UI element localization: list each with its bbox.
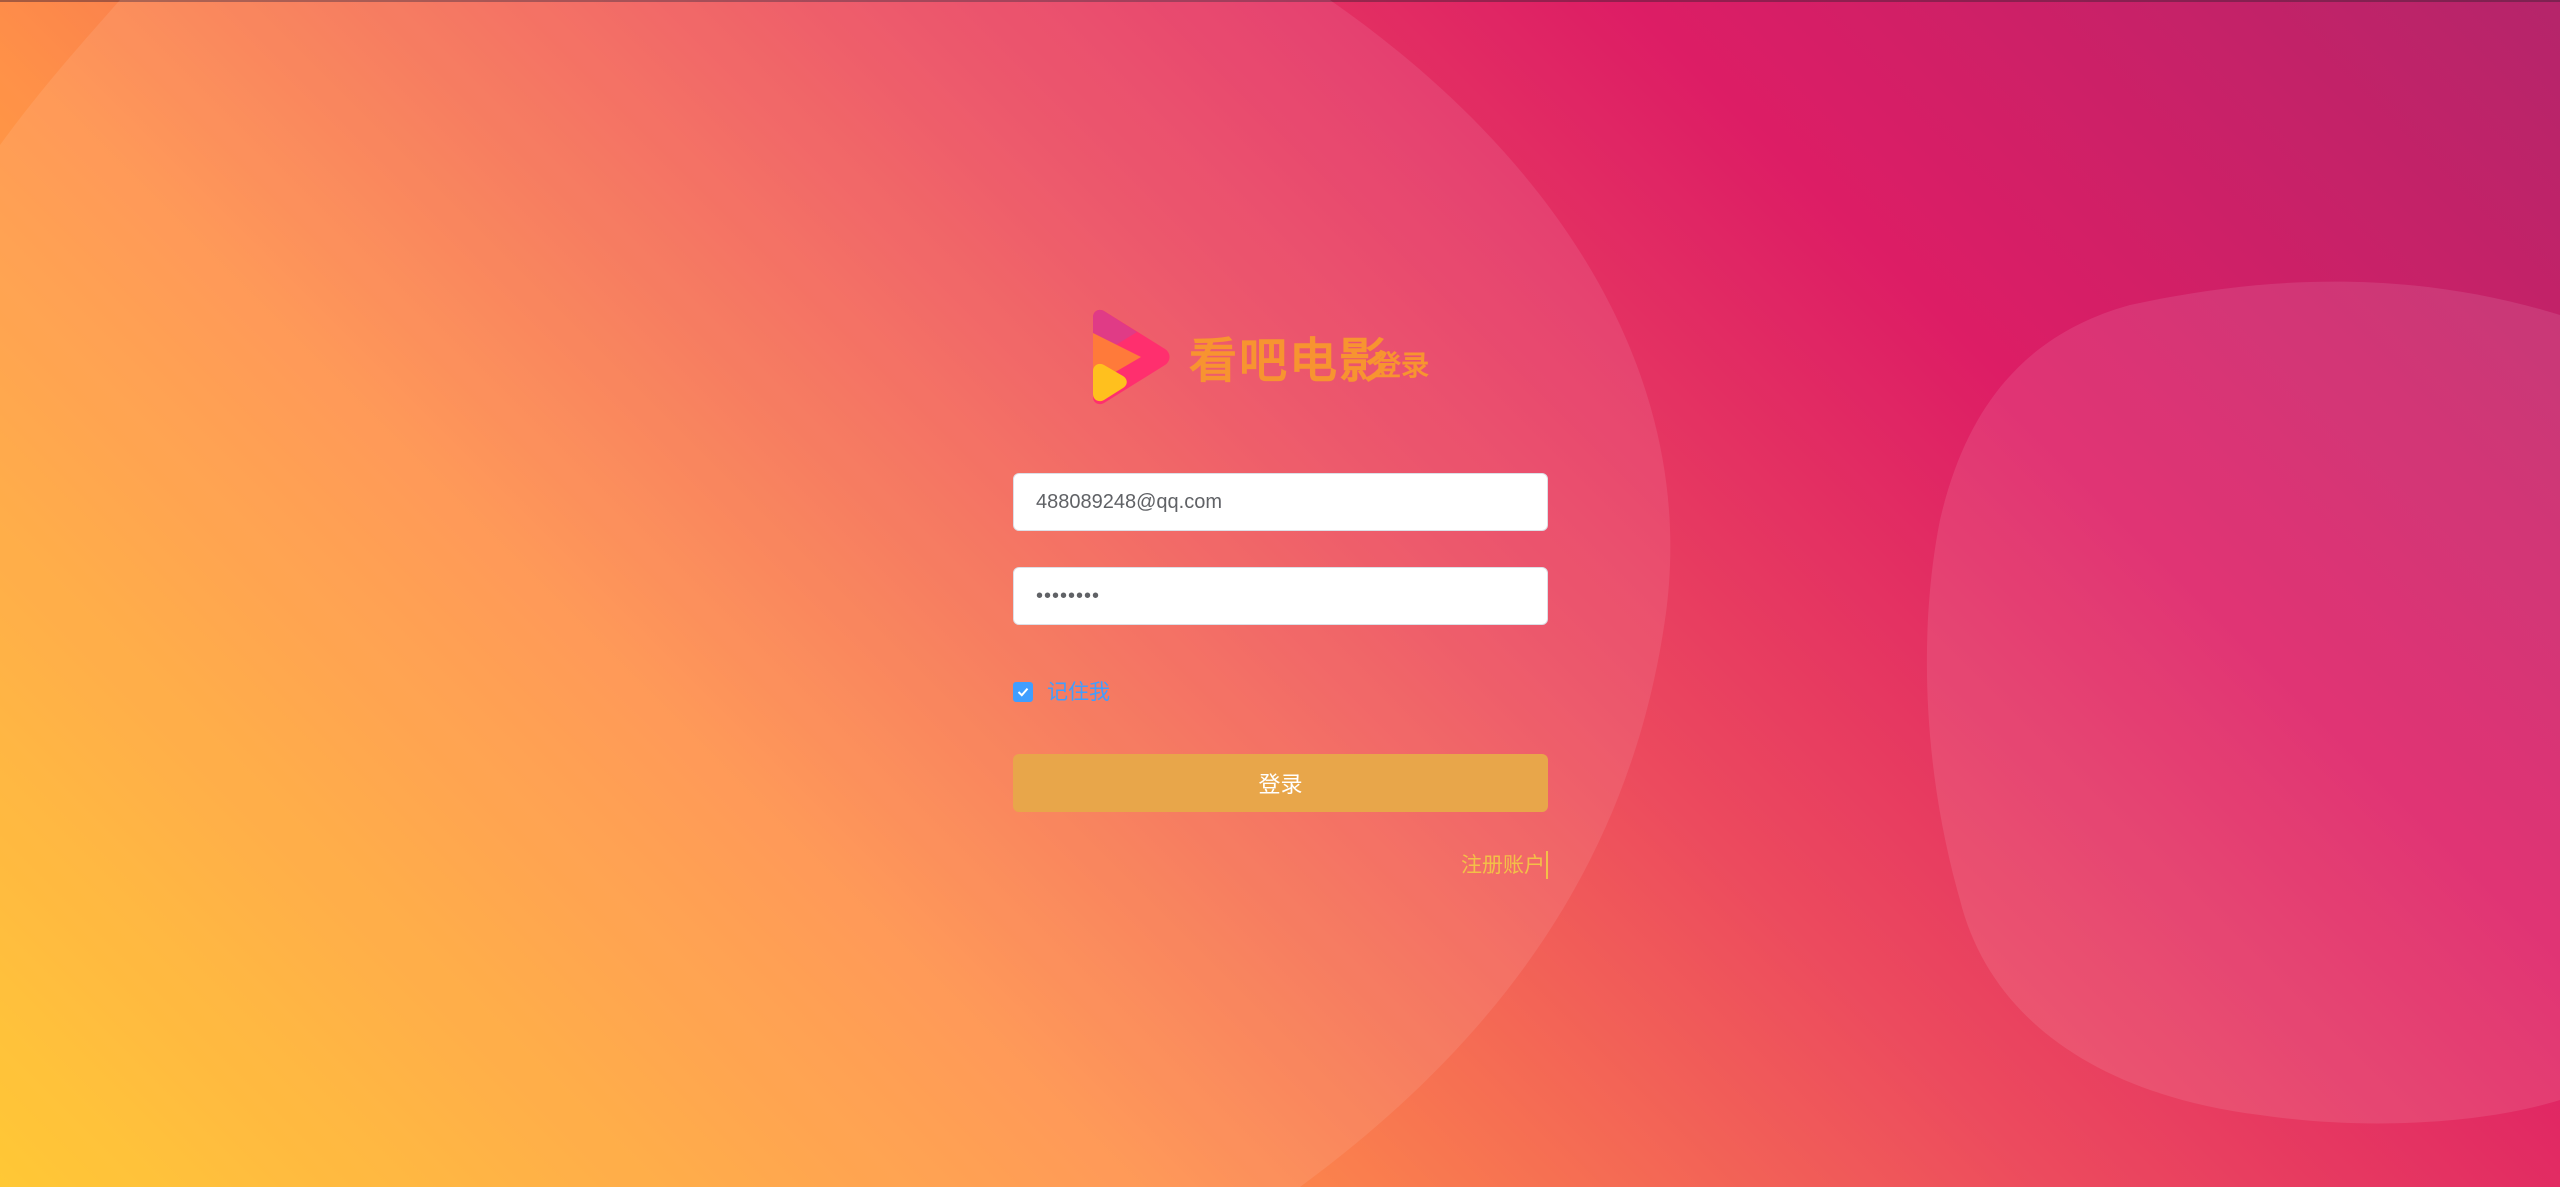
logo: 看吧电影 登录 <box>1079 305 1499 405</box>
register-link[interactable]: 注册账户 <box>1461 851 1548 879</box>
email-input[interactable] <box>1013 473 1548 531</box>
check-icon <box>1017 687 1029 697</box>
login-page: 看吧电影 登录 记住我 登录 注册账户 <box>0 0 2560 1187</box>
password-input[interactable] <box>1013 567 1548 625</box>
login-button[interactable]: 登录 <box>1013 754 1548 812</box>
play-triangle-logo-icon <box>1093 309 1170 405</box>
remember-checkbox[interactable] <box>1013 682 1033 702</box>
brand-subtitle: 登录 <box>1373 349 1430 382</box>
brand-name: 看吧电影 <box>1189 333 1390 389</box>
remember-me[interactable]: 记住我 <box>1013 678 1110 706</box>
remember-label[interactable]: 记住我 <box>1047 678 1110 706</box>
